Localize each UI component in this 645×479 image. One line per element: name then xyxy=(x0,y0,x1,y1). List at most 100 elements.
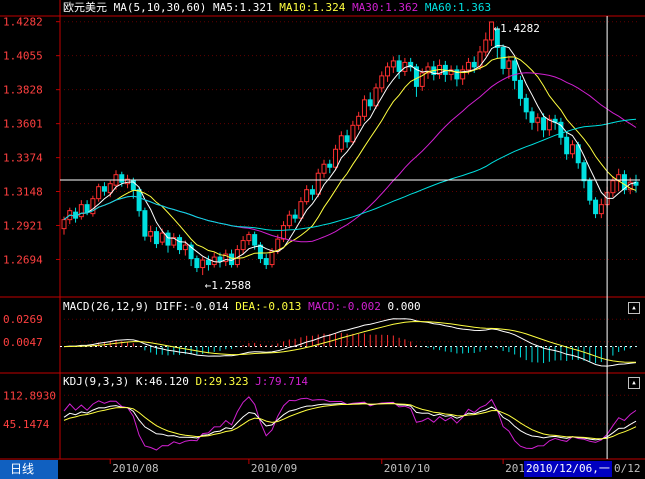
candle-body xyxy=(344,135,350,143)
macd-expand-button[interactable]: ▴ xyxy=(628,302,640,314)
ma10-line xyxy=(63,56,637,259)
macd-panel: 0.0269 0.0047 xyxy=(3,313,640,367)
chart-canvas: 1.4282 1.4055 1.3828 1.3601 1.3374 1.3148 1.29… xyxy=(0,0,645,475)
j-value: J:79.714 xyxy=(255,375,309,388)
candle-body xyxy=(529,111,535,123)
candle-body xyxy=(535,117,541,123)
ma5-value: MA5:1.321 xyxy=(212,1,273,14)
y-tick-label: 1.4055 xyxy=(3,50,43,63)
candle-body xyxy=(153,231,159,245)
candle-body xyxy=(333,148,339,168)
candle-body xyxy=(177,237,183,251)
kdj-header: KDJ(9,3,3) K:46.120 D:29.323 J:79.714 xyxy=(63,375,308,389)
candle-body xyxy=(292,214,298,219)
candle-body xyxy=(350,124,356,143)
candle-body xyxy=(367,99,373,107)
candle-body xyxy=(373,87,379,107)
dea-value: DEA:-0.013 xyxy=(235,300,302,313)
moving-averages xyxy=(63,45,637,263)
candle-body xyxy=(598,204,604,215)
candle-body xyxy=(506,60,512,69)
ma-settings: MA(5,10,30,60) xyxy=(113,1,207,14)
candle-body xyxy=(165,232,171,246)
kdj-panel: 112.8930 45.1474 xyxy=(3,389,640,451)
candle-body xyxy=(483,39,489,53)
k-value: K:46.120 xyxy=(135,375,189,388)
candle-body xyxy=(396,60,402,72)
kdj-expand-button[interactable]: ▴ xyxy=(628,377,640,389)
ma10-value: MA10:1.324 xyxy=(279,1,346,14)
price-grid: 1.4282 1.4055 1.3828 1.3601 1.3374 1.3148 1.29… xyxy=(3,16,640,266)
candle-body xyxy=(78,204,84,218)
candle-body xyxy=(569,144,575,155)
candle-body xyxy=(315,172,321,195)
kdj-tick-label: 112.8930 xyxy=(3,389,56,402)
candle-body xyxy=(564,136,570,155)
candle-body xyxy=(217,256,223,263)
dea-line xyxy=(63,320,636,363)
ma30-value: MA30:1.362 xyxy=(352,1,419,14)
candle-body xyxy=(84,204,90,213)
candle-body xyxy=(471,61,477,68)
candle-body xyxy=(257,244,263,260)
candle-body xyxy=(148,231,154,237)
candle-body xyxy=(512,60,518,81)
candle-body xyxy=(309,189,315,195)
y-tick-label: 1.2694 xyxy=(3,253,43,266)
axis-lines xyxy=(0,0,645,460)
candle-body xyxy=(263,258,269,266)
y-tick-label: 1.4282 xyxy=(3,16,43,29)
month-label-dec: 0/12 xyxy=(614,462,641,475)
cursor-date: 2010/12/06,一 xyxy=(524,461,612,477)
candle-body xyxy=(587,180,593,201)
candle-body xyxy=(541,117,547,131)
x-tick-label: 2010/08 xyxy=(112,462,158,475)
macd-header: MACD(26,12,9) DIFF:-0.014 DEA:-0.013 MAC… xyxy=(63,300,421,314)
candle-body xyxy=(465,61,471,71)
ma60-line xyxy=(63,118,637,231)
symbol-title: 欧元美元 xyxy=(63,1,107,14)
ma30-line xyxy=(63,72,637,243)
y-tick-label: 1.3374 xyxy=(3,152,43,165)
candle-body xyxy=(200,259,206,269)
candle-body xyxy=(142,210,148,237)
candle-body xyxy=(327,163,333,168)
candle-body xyxy=(356,115,362,126)
macd-zero: 0.000 xyxy=(387,300,421,313)
macd-tick-label: 0.0047 xyxy=(3,336,43,349)
kdj-tick-label: 45.1474 xyxy=(3,418,50,431)
candle-body xyxy=(107,183,113,194)
candle-body xyxy=(194,258,200,269)
low-annotation: ←1.2588 xyxy=(205,279,251,292)
diff-value: DIFF:-0.014 xyxy=(155,300,229,313)
ma60-value: MA60:1.363 xyxy=(424,1,492,14)
y-tick-label: 1.3148 xyxy=(3,185,43,198)
tab-daily[interactable]: 日线 xyxy=(0,460,58,479)
d-value: D:29.323 xyxy=(195,375,249,388)
macd-tick-label: 0.0269 xyxy=(3,313,43,326)
kdj-settings: KDJ(9,3,3) xyxy=(63,375,130,388)
candle-body xyxy=(136,189,142,212)
candle-body xyxy=(281,225,287,240)
x-tick-label: 2010/09 xyxy=(251,462,297,475)
candle-body xyxy=(269,250,275,266)
macd-value: MACD:-0.002 xyxy=(308,300,381,313)
high-annotation: ←1.4282 xyxy=(494,22,540,35)
overlay: ←1.4282 ←1.2588 2010/08 2010/09 2010/10 2010/… xyxy=(60,16,640,475)
candle-body xyxy=(205,259,211,266)
candle-body xyxy=(159,232,165,243)
candle-body xyxy=(390,60,396,68)
candle-body xyxy=(385,66,391,77)
candle-body xyxy=(96,186,102,200)
candle-body xyxy=(298,201,304,219)
candle-body xyxy=(61,219,67,230)
candle-body xyxy=(523,97,529,113)
candle-body xyxy=(119,174,125,183)
candle-body xyxy=(338,135,344,150)
candle-body xyxy=(101,186,107,192)
y-tick-label: 1.3828 xyxy=(3,84,43,97)
candle-body xyxy=(321,163,327,174)
candle-body xyxy=(252,234,258,246)
y-tick-label: 1.2921 xyxy=(3,219,43,232)
candle-body xyxy=(182,244,188,251)
